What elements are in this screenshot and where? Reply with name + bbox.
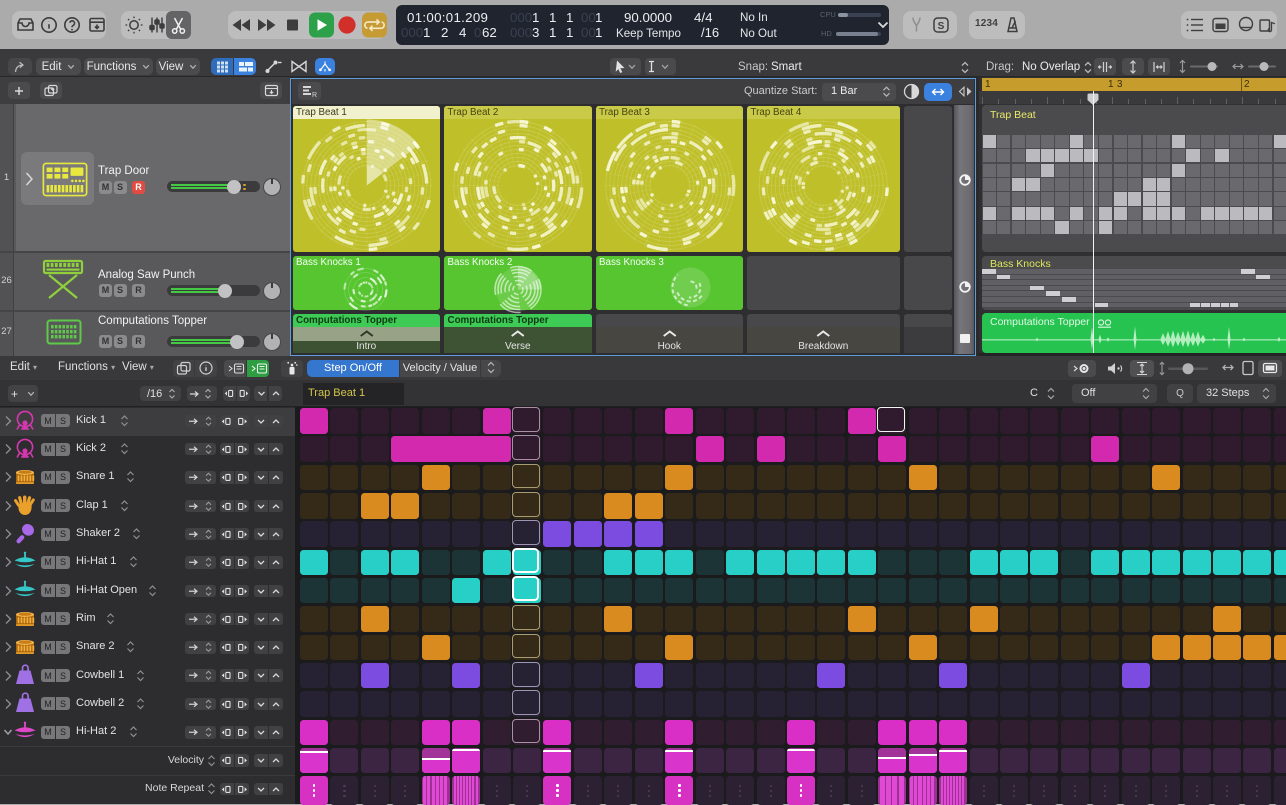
svg-text:R: R <box>312 92 317 98</box>
svg-text:S: S <box>938 21 945 32</box>
